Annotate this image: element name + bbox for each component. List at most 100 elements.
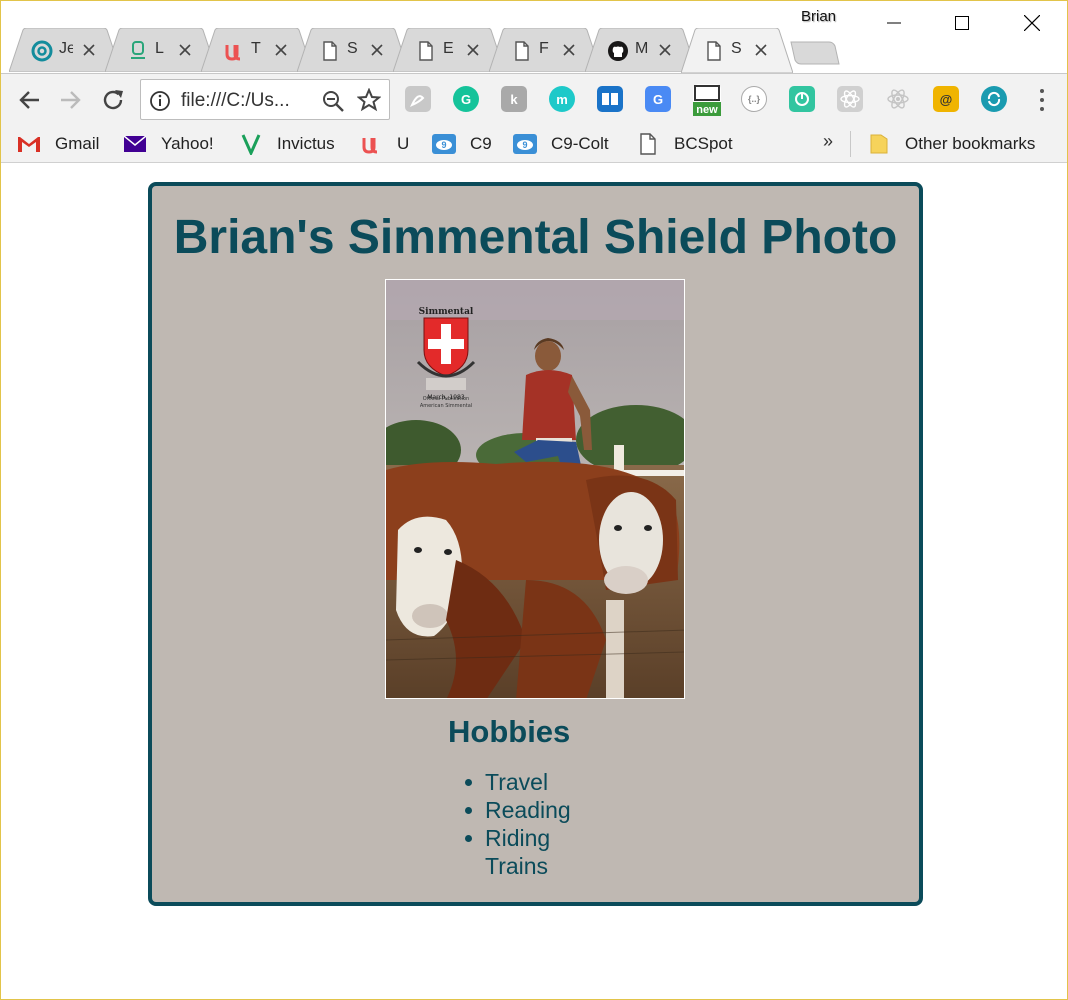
arrow-left-icon <box>19 91 39 109</box>
other-bookmarks-label: Other bookmarks <box>905 134 1036 153</box>
toggl-icon[interactable] <box>789 86 815 112</box>
maximize-icon <box>955 16 969 30</box>
pdf-extension-icon[interactable] <box>405 86 431 112</box>
tab-title: E <box>443 40 454 57</box>
grammarly-icon[interactable]: G <box>453 86 479 112</box>
page-icon <box>703 40 725 62</box>
photo-caption-title: Simmental <box>419 307 474 317</box>
tab-close-icon[interactable] <box>81 42 97 58</box>
lamp-icon <box>127 40 149 62</box>
bookmark-star-icon[interactable] <box>357 88 381 112</box>
bookmark-yahoo[interactable]: Yahoo! <box>123 131 214 157</box>
photo-caption-date: March, 1983 <box>427 394 465 401</box>
other-bookmarks[interactable]: Other bookmarks <box>867 131 1035 157</box>
page-icon <box>415 40 437 62</box>
page-icon <box>511 40 533 62</box>
close-window-button[interactable] <box>997 1 1067 45</box>
tab-close-icon[interactable] <box>273 42 289 58</box>
bookmark-invictus[interactable]: Invictus <box>239 131 335 157</box>
at-sign-icon <box>31 40 53 62</box>
photo-card: Brian's Simmental Shield Photo Simmental… <box>148 182 923 906</box>
maximize-button[interactable] <box>927 1 997 45</box>
bookmark-label: Gmail <box>55 134 100 153</box>
minimize-button[interactable] <box>859 1 929 45</box>
tab-title: S <box>347 40 358 57</box>
bookmarks-overflow-chevron[interactable]: » <box>823 131 833 152</box>
tab-close-icon[interactable] <box>369 42 385 58</box>
reload-button[interactable] <box>99 86 127 114</box>
forward-button[interactable] <box>57 86 85 114</box>
list-item: Reading <box>465 796 571 824</box>
tab-strip: Brian Je L <box>1 1 1067 73</box>
chrome-menu-icon[interactable] <box>1032 87 1052 113</box>
tab-title: S <box>731 40 742 57</box>
info-icon[interactable] <box>149 90 171 112</box>
new-tab-button[interactable] <box>789 40 841 66</box>
bullet <box>465 779 472 786</box>
tab-list: Je L T S <box>9 28 849 73</box>
hobby-label: Travel <box>485 769 549 795</box>
mercury-icon[interactable]: m <box>549 86 575 112</box>
gmail-icon <box>17 133 41 155</box>
bullet <box>465 835 472 842</box>
react-icon[interactable] <box>885 86 911 112</box>
react-devtools-icon[interactable] <box>837 86 863 112</box>
tab-title: F <box>539 40 549 57</box>
udemy-icon <box>359 133 383 155</box>
tab-title: Je <box>59 40 73 57</box>
svg-text:9: 9 <box>441 140 446 150</box>
tab-7-active[interactable]: S <box>681 28 793 73</box>
browser-window: Brian Je L <box>0 0 1068 1000</box>
page-content: Brian's Simmental Shield Photo Simmental… <box>1 164 1067 999</box>
page-icon <box>319 40 341 62</box>
folder-icon <box>867 133 891 155</box>
minimize-icon <box>887 22 901 24</box>
back-button[interactable] <box>15 86 43 114</box>
bookmark-label: C9-Colt <box>551 134 609 153</box>
page-icon <box>636 133 660 155</box>
simmental-shield-photo: Simmental Official Publication American … <box>385 279 685 699</box>
cloud9-icon: 9 <box>513 133 537 155</box>
svg-text:American Simmental: American Simmental <box>420 403 472 409</box>
kami-icon[interactable]: k <box>501 86 527 112</box>
bullet <box>465 807 472 814</box>
svg-text:9: 9 <box>522 140 527 150</box>
tab-title: L <box>155 40 164 57</box>
new-badge-icon[interactable]: new <box>693 84 721 116</box>
page-title: Brian's Simmental Shield Photo <box>173 211 898 264</box>
list-item: Travel <box>465 768 571 796</box>
hobby-label: Riding <box>485 825 551 851</box>
bookmark-c9[interactable]: 9 C9 <box>432 131 492 157</box>
arrow-right-icon <box>61 91 81 109</box>
list-item: Trains <box>485 852 571 880</box>
reader-icon[interactable] <box>597 86 623 112</box>
bookmark-gmail[interactable]: Gmail <box>17 131 99 157</box>
tab-close-icon[interactable] <box>657 42 673 58</box>
google-translate-icon[interactable]: G <box>645 86 671 112</box>
url-text[interactable]: file:///C:/Us... <box>181 90 290 112</box>
reload-icon <box>103 90 123 110</box>
github-icon <box>607 40 629 62</box>
bookmark-label: Yahoo! <box>161 134 214 153</box>
tab-close-icon[interactable] <box>465 42 481 58</box>
hobby-label: Reading <box>485 797 571 823</box>
invictus-v-icon <box>239 133 263 155</box>
json-viewer-icon[interactable]: {..} <box>741 86 767 112</box>
address-bar[interactable]: file:///C:/Us... <box>140 79 390 120</box>
tab-close-icon[interactable] <box>753 42 769 58</box>
bookmark-bcspot[interactable]: BCSpot <box>636 131 733 157</box>
bookmark-c9-colt[interactable]: 9 C9-Colt <box>513 131 609 157</box>
bookmark-label: BCSpot <box>674 134 733 153</box>
bookmark-label: U <box>397 134 410 153</box>
sync-icon[interactable] <box>981 86 1007 112</box>
tab-title: M <box>635 40 649 57</box>
bookmark-label: C9 <box>470 134 492 153</box>
profile-name[interactable]: Brian <box>801 8 836 25</box>
tab-close-icon[interactable] <box>561 42 577 58</box>
email-lock-icon[interactable]: @ <box>933 86 959 112</box>
bookmark-udemy[interactable]: U <box>359 131 409 157</box>
tab-close-icon[interactable] <box>177 42 193 58</box>
close-icon <box>1024 15 1040 31</box>
zoom-out-icon[interactable] <box>321 89 345 113</box>
hobby-label: Trains <box>485 853 549 879</box>
